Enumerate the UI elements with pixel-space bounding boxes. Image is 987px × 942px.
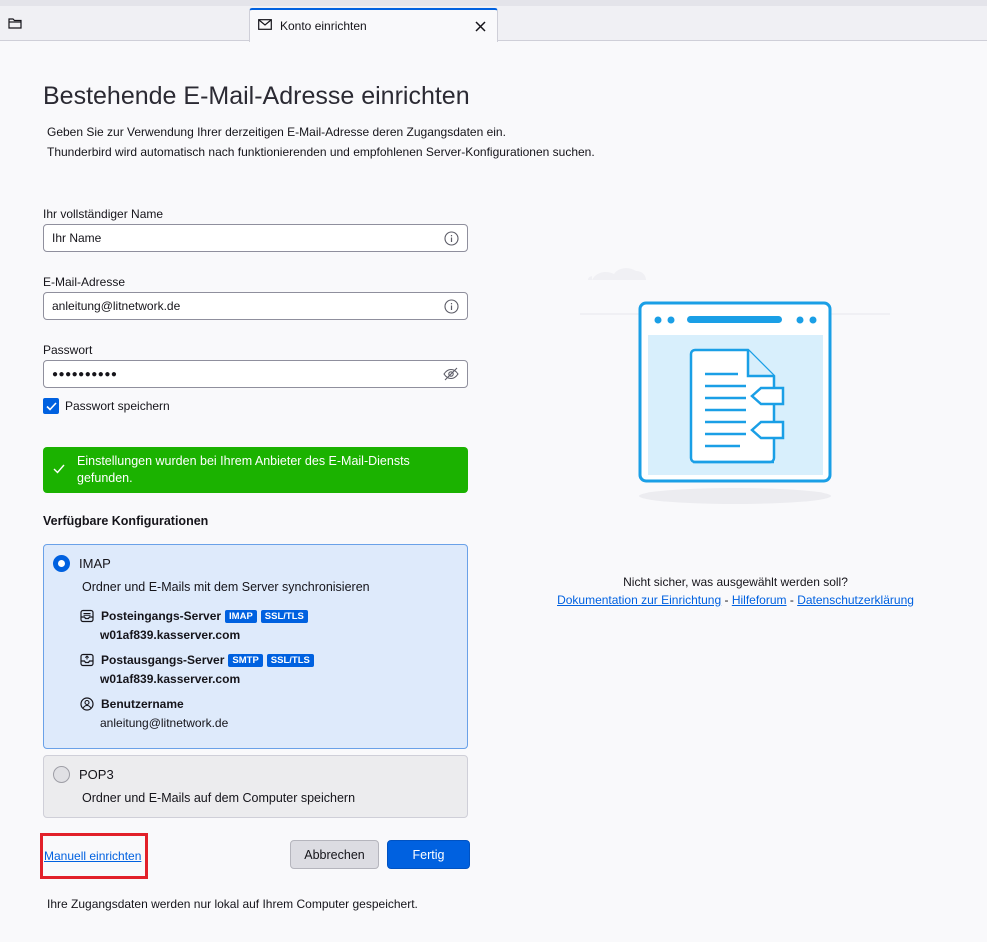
user-icon [79,696,95,712]
configs-heading: Verfügbare Konfigurationen [43,514,209,528]
outgoing-server-label: Postausgangs-Server [101,653,225,667]
outbox-icon [79,652,95,668]
done-button[interactable]: Fertig [387,840,470,869]
imap-radio-row[interactable]: IMAP [53,555,111,572]
inbox-icon [79,608,95,624]
page-title: Bestehende E-Mail-Adresse einrichten [43,82,470,110]
success-notification: Einstellungen wurden bei Ihrem Anbieter … [43,447,468,493]
imap-description: Ordner und E-Mails mit dem Server synchr… [82,580,370,594]
intro-text: Geben Sie zur Verwendung Ihrer derzeitig… [47,122,595,162]
imap-badge: IMAP [225,609,257,623]
folder-icon[interactable] [4,12,26,34]
success-message: Einstellungen wurden bei Ihrem Anbieter … [77,454,410,485]
account-setup-illustration [580,262,890,512]
password-label: Passwort [43,343,93,357]
manual-setup-link[interactable]: Manuell einrichten [44,849,141,863]
link-separator: - [721,593,732,607]
ssl-badge: SSL/TLS [266,653,314,667]
password-value: ●●●●●●●●●● [52,368,118,380]
name-field[interactable]: Ihr Name [43,224,468,252]
documentation-link[interactable]: Dokumentation zur Einrichtung [557,593,721,607]
tab-title: Konto einrichten [280,19,367,33]
config-option-imap[interactable]: IMAP Ordner und E-Mails mit dem Server s… [43,544,468,749]
config-option-pop3[interactable]: POP3 Ordner und E-Mails auf dem Computer… [43,755,468,818]
name-label: Ihr vollständiger Name [43,207,164,221]
pop3-label: POP3 [79,767,114,782]
info-icon[interactable] [443,298,459,314]
remember-password-checkbox[interactable] [43,398,59,414]
incoming-server-label: Posteingangs-Server [101,609,222,623]
email-field[interactable]: anleitung@litnetwork.de [43,292,468,320]
ssl-badge: SSL/TLS [260,609,308,623]
name-value: Ihr Name [52,231,102,245]
username-value: anleitung@litnetwork.de [100,716,229,730]
imap-label: IMAP [79,556,111,571]
intro-line-1: Geben Sie zur Verwendung Ihrer derzeitig… [47,125,506,139]
pop3-description: Ordner und E-Mails auf dem Computer spei… [82,791,356,805]
close-icon[interactable] [471,17,489,35]
username-row: Benutzername [79,696,184,712]
username-label: Benutzername [101,697,184,711]
remember-password-row[interactable]: Passwort speichern [43,398,170,414]
tab-strip-top-edge [0,0,987,6]
intro-line-2: Thunderbird wird automatisch nach funkti… [47,145,595,159]
smtp-badge: SMTP [228,653,263,667]
cancel-button[interactable]: Abbrechen [290,840,379,869]
help-question: Nicht sicher, was ausgewählt werden soll… [623,575,848,589]
privacy-link[interactable]: Datenschutzerklärung [797,593,914,607]
email-label: E-Mail-Adresse [43,275,126,289]
credentials-note: Ihre Zugangsdaten werden nur lokal auf I… [47,897,418,911]
help-links: Dokumentation zur Einrichtung - Hilfefor… [555,593,916,607]
pop3-radio[interactable] [53,766,70,783]
email-value: anleitung@litnetwork.de [52,299,181,313]
envelope-icon [258,17,272,35]
help-forum-link[interactable]: Hilfeforum [732,593,787,607]
remember-password-label: Passwort speichern [65,399,170,413]
pop3-radio-row[interactable]: POP3 [53,766,114,783]
imap-radio[interactable] [53,555,70,572]
eye-slash-icon[interactable] [443,366,459,382]
incoming-host: w01af839.kasserver.com [100,628,241,642]
check-icon [53,463,65,477]
link-separator: - [786,593,798,607]
password-field[interactable]: ●●●●●●●●●● [43,360,468,388]
outgoing-server-row: Postausgangs-Server SMTP SSL/TLS [79,652,314,668]
info-icon[interactable] [443,230,459,246]
incoming-server-row: Posteingangs-Server IMAP SSL/TLS [79,608,308,624]
tab-account-setup[interactable]: Konto einrichten [249,8,498,42]
outgoing-host: w01af839.kasserver.com [100,672,241,686]
tab-strip: Konto einrichten [0,0,987,42]
